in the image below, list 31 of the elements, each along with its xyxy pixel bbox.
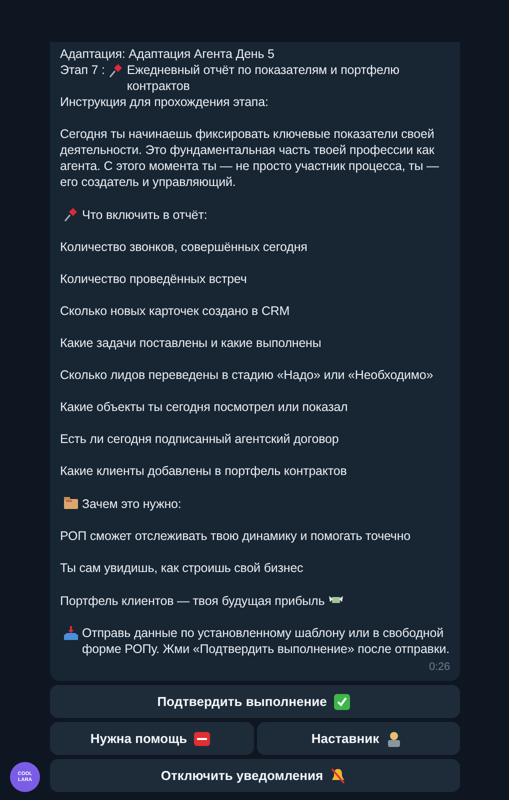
stage-label: Этап 7 : [60,62,105,78]
message-text: Сколько новых карточек создано в CRM [60,304,290,318]
inline-button[interactable]: Наставник [256,722,460,755]
message-text: Что включить в отчёт: [82,208,208,222]
muted-bell-icon [330,768,346,784]
message-text: Сколько лидов переведены в стадию «Надо» или «Необходимо» [60,368,434,382]
file-box-icon [63,495,79,511]
message-text: Какие объекты ты сегодня посмотрел или показал [60,400,348,414]
message-text: Адаптация: Адаптация Агента День 5 [60,47,274,61]
message-text: Какие клиенты добавлены в портфель контрактов [60,464,347,478]
inline-button[interactable]: Подтвердить выполнение [50,685,460,718]
inline-button[interactable]: Нужна помощь [50,722,254,755]
message-text: Инструкция для прохождения этапа: [60,95,268,109]
message-text: Ты сам увидишь, как строишь свой бизнес [60,561,304,575]
message-text: Есть ли сегодня подписанный агентский договор [60,432,339,446]
message-text: Какие задачи поставлены и какие выполнены [60,336,322,350]
check-icon [334,694,350,710]
message-text: Количество проведённых встреч [60,272,247,286]
message-text: Количество звонков, совершённых сегодня [60,240,308,254]
message-text: Отправь данные по установленному шаблону или в свободной форме РОПу. Жми «Подтвердить выполнение» после отправки. [82,625,450,657]
message-time: 0:26 [428,660,450,675]
person-icon [386,730,402,746]
pushpin-icon [63,206,79,222]
stage-title: Ежедневный отчёт по показателям и портфелю контрактов [126,62,400,94]
message-text: РОП сможет отслеживать твою динамику и помогать точечно [60,529,410,543]
message-text: Сегодня ты начинаешь фиксировать ключевые показатели своей деятельности. Это фундаментальная часть твоей профессии как агента. С этого момента ты — не просто участник процесса, ты — его создатель и управляющий. [60,127,439,189]
inbox-tray-icon [63,625,79,641]
message-text: Зачем это нужно: [82,497,182,511]
message-text: Портфель клиентов — твоя будущая прибыль [60,594,325,608]
pushpin-icon [108,62,124,78]
inline-button[interactable]: Отключить уведомления [50,759,460,792]
